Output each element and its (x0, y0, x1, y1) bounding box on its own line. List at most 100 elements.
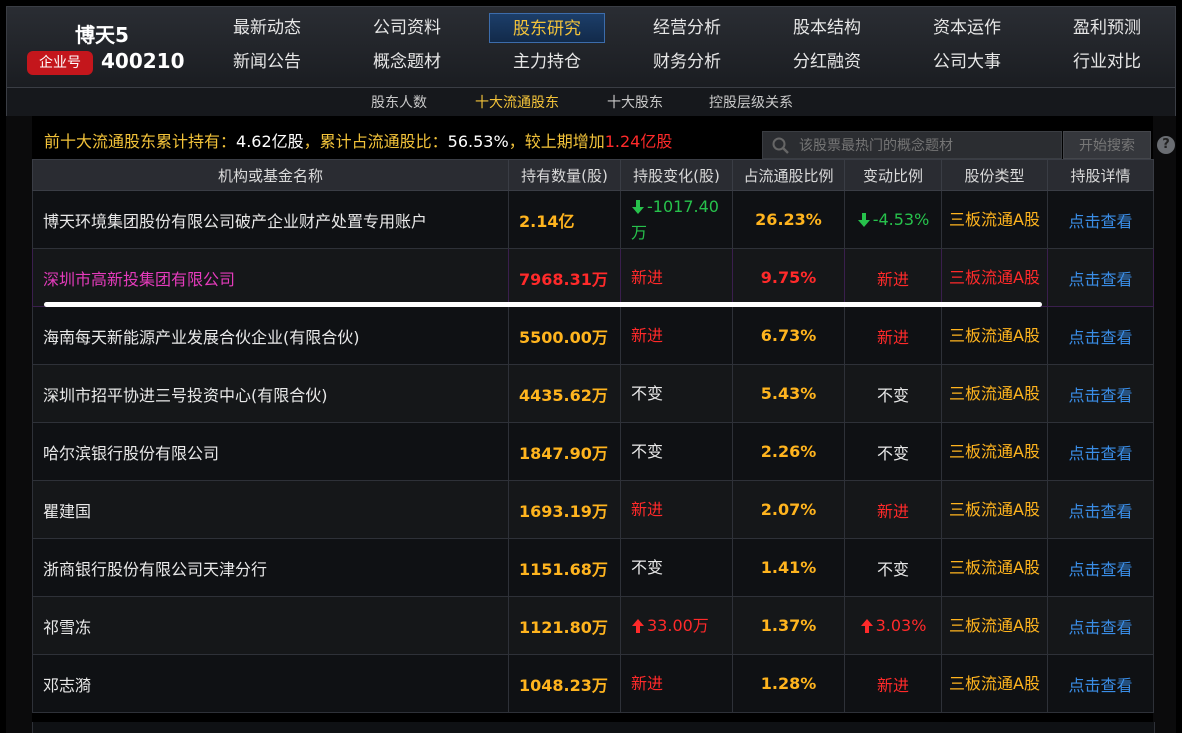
holder-name: 瞿建国 (32, 480, 509, 539)
table-row[interactable]: 哈尔滨银行股份有限公司 1847.90万 不变 2.26% 不变 三板流通A股 点击查看 (32, 422, 1154, 481)
nav-tab-row2-2[interactable]: 主力持仓 (489, 47, 605, 77)
summary-increase: 1.24亿股 (604, 132, 673, 151)
table-bottom-edge (32, 722, 1155, 733)
holding-change: 不变 (620, 364, 733, 423)
stock-brand: 博天5 企业号 400210 (7, 7, 197, 87)
search-icon (772, 137, 789, 154)
share-type: 三板流通A股 (941, 422, 1048, 481)
holding-quantity: 5500.00万 (508, 306, 621, 365)
start-search-button[interactable]: 开始搜索 (1063, 131, 1151, 159)
table-row[interactable]: 祁雪冻 1121.80万 33.00万 1.37% 3.03% 三板流通A股 点击查看 (32, 596, 1154, 655)
float-share-ratio: 6.73% (732, 306, 845, 365)
holding-change: 新进 (620, 306, 733, 365)
nav-tab-row1-0[interactable]: 最新动态 (209, 13, 325, 43)
table-row[interactable]: 博天环境集团股份有限公司破产企业财产处置专用账户 2.14亿 -1017.40万 26… (32, 190, 1154, 249)
scroll-highlight-bar (44, 302, 1042, 307)
concept-search-input[interactable] (797, 135, 1061, 157)
holding-change: 不变 (620, 422, 733, 481)
summary-total-holding: 4.62亿股 (236, 132, 304, 151)
holding-quantity: 2.14亿 (508, 190, 621, 249)
subnav-tab-0[interactable]: 股东人数 (371, 92, 427, 112)
change-ratio-value: 3.03% (875, 616, 927, 635)
nav-tab-row1-2[interactable]: 股东研究 (489, 13, 605, 43)
subnav-tab-3[interactable]: 控股层级关系 (709, 92, 793, 112)
nav-tab-row2-1[interactable]: 概念题材 (349, 47, 465, 77)
column-header-2: 持股变化(股) (620, 159, 733, 191)
share-type: 三板流通A股 (941, 364, 1048, 423)
holding-change-value: 新进 (631, 673, 664, 693)
nav-tab-row2-3[interactable]: 财务分析 (629, 47, 745, 77)
change-ratio-value: 新进 (876, 327, 909, 347)
help-icon[interactable]: ? (1157, 136, 1175, 154)
concept-search-box (762, 131, 1062, 159)
float-share-ratio: 1.28% (732, 654, 845, 713)
holding-change-value: 新进 (631, 325, 664, 345)
table-row[interactable]: 深圳市高新投集团有限公司 7968.31万 新进 9.75% 新进 三板流通A股 点击查看 (32, 248, 1154, 307)
enterprise-badge[interactable]: 企业号 (27, 51, 93, 75)
change-ratio: 不变 (844, 364, 942, 423)
float-share-ratio: 2.26% (732, 422, 845, 481)
view-detail-link[interactable]: 点击查看 (1047, 306, 1154, 365)
table-row[interactable]: 深圳市招平协进三号投资中心(有限合伙) 4435.62万 不变 5.43% 不变 三板流通… (32, 364, 1154, 423)
stock-code: 400210 (101, 49, 185, 73)
holding-change: 新进 (620, 654, 733, 713)
subnav-tab-1[interactable]: 十大流通股东 (475, 92, 559, 112)
arrow-down-icon (857, 213, 870, 227)
arrow-up-icon (860, 619, 873, 633)
view-detail-link[interactable]: 点击查看 (1047, 364, 1154, 423)
column-header-5: 股份类型 (941, 159, 1048, 191)
holding-change: 新进 (620, 480, 733, 539)
change-ratio-value: -4.53% (872, 210, 930, 229)
stock-name: 博天5 (75, 23, 129, 47)
right-margin (1153, 116, 1176, 733)
nav-tab-row1-6[interactable]: 盈利预测 (1049, 13, 1165, 43)
nav-tab-row1-4[interactable]: 股本结构 (769, 13, 885, 43)
subnav-tab-2[interactable]: 十大股东 (607, 92, 663, 112)
nav-tab-row2-6[interactable]: 行业对比 (1049, 47, 1165, 77)
view-detail-link[interactable]: 点击查看 (1047, 596, 1154, 655)
holder-name: 浙商银行股份有限公司天津分行 (32, 538, 509, 597)
table-row[interactable]: 海南每天新能源产业发展合伙企业(有限合伙) 5500.00万 新进 6.73% 新进 三板… (32, 306, 1154, 365)
holding-change: 新进 (620, 248, 733, 307)
holder-name: 邓志漪 (32, 654, 509, 713)
nav-tab-row2-0[interactable]: 新闻公告 (209, 47, 325, 77)
view-detail-link[interactable]: 点击查看 (1047, 190, 1154, 249)
change-ratio-value: 新进 (876, 269, 909, 289)
nav-tab-row1-1[interactable]: 公司资料 (349, 13, 465, 43)
view-detail-link[interactable]: 点击查看 (1047, 248, 1154, 307)
table-row[interactable]: 邓志漪 1048.23万 新进 1.28% 新进 三板流通A股 点击查看 (32, 654, 1154, 713)
change-ratio: 不变 (844, 422, 942, 481)
holding-change: -1017.40万 (620, 190, 733, 249)
view-detail-link[interactable]: 点击查看 (1047, 654, 1154, 713)
share-type: 三板流通A股 (941, 306, 1048, 365)
nav-tab-row2-4[interactable]: 分红融资 (769, 47, 885, 77)
nav-tab-row1-5[interactable]: 资本运作 (909, 13, 1025, 43)
view-detail-link[interactable]: 点击查看 (1047, 480, 1154, 539)
summary-label-2: ，累计占流通股比： (303, 132, 448, 151)
holding-quantity: 1693.19万 (508, 480, 621, 539)
table-header-row: 机构或基金名称 持有数量(股) 持股变化(股) 占流通股比例 变动比例 股份类型 持股详情 (32, 159, 1154, 191)
sub-nav: 股东人数 十大流通股东 十大股东 控股层级关系 (7, 87, 1175, 116)
summary-line: 前十大流通股东累计持有：4.62亿股，累计占流通股比：56.53%，较上期增加1… (44, 128, 672, 152)
arrow-up-icon (632, 618, 644, 633)
table-row[interactable]: 瞿建国 1693.19万 新进 2.07% 新进 三板流通A股 点击查看 (32, 480, 1154, 539)
holding-quantity: 1847.90万 (508, 422, 621, 481)
holder-name: 哈尔滨银行股份有限公司 (32, 422, 509, 481)
holding-change-value: 不变 (631, 383, 664, 403)
holding-quantity: 7968.31万 (508, 248, 621, 307)
change-ratio: 新进 (844, 480, 942, 539)
column-header-1: 持有数量(股) (508, 159, 621, 191)
change-ratio: 新进 (844, 248, 942, 307)
share-type: 三板流通A股 (941, 538, 1048, 597)
view-detail-link[interactable]: 点击查看 (1047, 538, 1154, 597)
top-bar: 博天5 企业号 400210 最新动态 公司资料 股东研究 经营分析 股本结构 资本运作盈… (6, 6, 1176, 116)
column-header-6: 持股详情 (1047, 159, 1154, 191)
table-row[interactable]: 浙商银行股份有限公司天津分行 1151.68万 不变 1.41% 不变 三板流通A股 点击查… (32, 538, 1154, 597)
table-body: 博天环境集团股份有限公司破产企业财产处置专用账户 2.14亿 -1017.40万 26… (32, 190, 1154, 713)
nav-tab-row2-5[interactable]: 公司大事 (909, 47, 1025, 77)
nav-tab-row1-3[interactable]: 经营分析 (629, 13, 745, 43)
view-detail-link[interactable]: 点击查看 (1047, 422, 1154, 481)
holding-quantity: 1121.80万 (508, 596, 621, 655)
change-ratio-value: 不变 (876, 559, 909, 579)
change-ratio-value: 不变 (876, 443, 909, 463)
